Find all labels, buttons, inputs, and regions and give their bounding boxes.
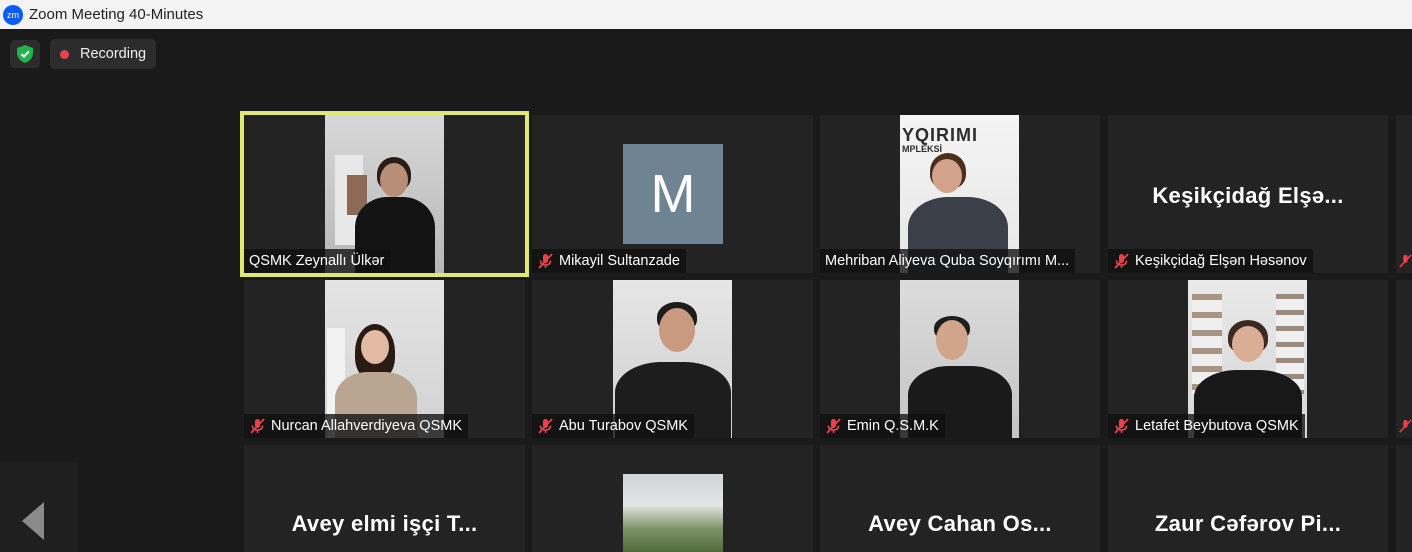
participant-display-name: Avey elmi işçi T...	[291, 511, 478, 536]
participant-tile[interactable]: Avey Cahan Os...	[820, 445, 1100, 552]
participant-thumbnail	[623, 474, 723, 552]
mic-muted-icon	[250, 418, 265, 434]
participant-tile[interactable]	[532, 445, 813, 552]
participant-tile[interactable]: Zaur Cəfərov Pi...	[1108, 445, 1388, 552]
mic-muted-icon	[538, 253, 553, 269]
participant-display-name: Zaur Cəfərov Pi...	[1154, 511, 1342, 536]
participant-name-tag: Abu Turabov QSMK	[532, 414, 694, 438]
participant-name-tag: Emin Q.S.M.K	[820, 414, 945, 438]
participant-name: Emin Q.S.M.K	[847, 418, 939, 434]
participant-name-tag: Keşikçidağ Elşən Həsənov	[1108, 249, 1313, 273]
participant-name: Mikayil Sultanzade	[559, 253, 680, 269]
participant-display-name: Keşikçidağ Elşə...	[1152, 183, 1344, 208]
title-bar: zm Zoom Meeting 40-Minutes	[0, 0, 1412, 29]
participant-tile-partial[interactable]	[1396, 280, 1412, 438]
mic-muted-icon	[538, 418, 553, 434]
participant-name-tag: Mehriban Aliyeva Quba Soyqırımı M...	[820, 249, 1076, 273]
participant-tile[interactable]: Letafet Beybutova QSMK	[1108, 280, 1388, 438]
participant-name-tag: Nurcan Allahverdiyeva QSMK	[244, 414, 468, 438]
triangle-left-icon	[22, 502, 44, 540]
participant-name-tag: Mikayil Sultanzade	[532, 249, 686, 273]
participant-name: Keşikçidağ Elşən Həsənov	[1135, 253, 1307, 269]
participant-name: Letafet Beybutova QSMK	[1135, 418, 1299, 434]
participant-tile[interactable]: Emin Q.S.M.K	[820, 280, 1100, 438]
avatar: M	[623, 144, 723, 244]
participant-display-name: Avey Cahan Os...	[868, 511, 1052, 536]
security-button[interactable]	[10, 40, 40, 68]
mic-muted-icon	[826, 418, 841, 434]
window-title: Zoom Meeting 40-Minutes	[29, 6, 204, 23]
participant-tile[interactable]: YQIRIMI MPLEKSİ Mehriban Aliyeva Quba So…	[820, 115, 1100, 273]
previous-page-button[interactable]	[0, 462, 78, 552]
mic-muted-icon	[1114, 253, 1129, 269]
shield-check-icon	[17, 45, 33, 63]
participant-tile[interactable]: QSMK Zeynallı Ülkər	[240, 111, 529, 277]
recording-dot-icon	[60, 49, 69, 59]
zoom-logo-icon: zm	[3, 4, 23, 25]
participant-name: QSMK Zeynallı Ülkər	[249, 253, 385, 269]
participant-name-tag: Letafet Beybutova QSMK	[1108, 414, 1305, 438]
mic-muted-icon	[1399, 419, 1412, 433]
mic-muted-icon	[1114, 418, 1129, 434]
participant-tile[interactable]: Nurcan Allahverdiyeva QSMK	[244, 280, 525, 438]
backdrop-text: YQIRIMI	[902, 125, 979, 145]
participant-tile-partial[interactable]	[1396, 115, 1412, 273]
participant-name: Nurcan Allahverdiyeva QSMK	[271, 418, 462, 434]
participant-name-tag: QSMK Zeynallı Ülkər	[244, 249, 391, 273]
participant-tile[interactable]: Keşikçidağ Elşə... Keşikçidağ Elşən Həsə…	[1108, 115, 1388, 273]
participant-tile[interactable]: Avey elmi işçi T...	[244, 445, 525, 552]
participant-name: Abu Turabov QSMK	[559, 418, 688, 434]
participant-tile[interactable]: M Mikayil Sultanzade	[532, 115, 813, 273]
recording-indicator[interactable]: Recording	[50, 39, 157, 69]
participant-tile-partial[interactable]	[1396, 445, 1412, 552]
backdrop-text: MPLEKSİ	[902, 144, 943, 154]
participant-name: Mehriban Aliyeva Quba Soyqırımı M...	[825, 253, 1070, 269]
recording-label: Recording	[80, 46, 147, 62]
participant-tile[interactable]: Abu Turabov QSMK	[532, 280, 813, 438]
mic-muted-icon	[1399, 254, 1412, 268]
